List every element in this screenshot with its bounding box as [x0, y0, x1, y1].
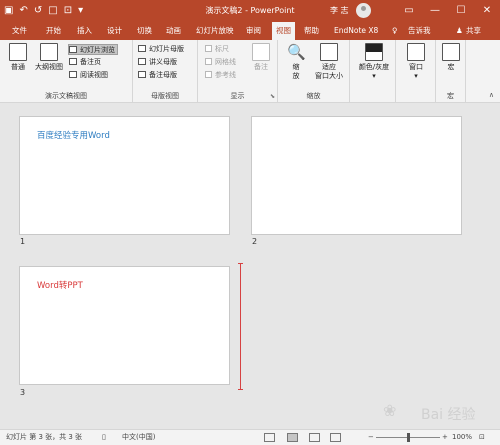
ribbon-display-options-button[interactable]: ▭ [396, 0, 422, 22]
insertion-cursor [238, 263, 243, 390]
macros-button[interactable]: 宏 [440, 43, 462, 72]
slide-thumbnail[interactable] [251, 116, 462, 235]
watermark: ❀ Bai 经验 [383, 401, 495, 423]
slide-master-button[interactable]: 幻灯片母版 [138, 44, 184, 55]
group-presentation-views: 普通 大纲视图 幻灯片浏览 备注页 阅读视图 演示文稿视图 [0, 40, 133, 103]
tab-endnote[interactable]: EndNote X8 [334, 25, 378, 37]
close-button[interactable]: ✕ [474, 0, 500, 22]
tab-insert[interactable]: 插入 [77, 25, 92, 37]
lightbulb-icon: ♀ [392, 26, 398, 35]
slide-sorter-icon [69, 46, 77, 53]
chevron-down-icon: ▾ [372, 72, 376, 80]
zoom-level[interactable]: 100% [452, 430, 472, 445]
share-icon: ♟ [456, 26, 463, 35]
group-master-views: 幻灯片母版 讲义母版 备注母版 母版视图 [133, 40, 198, 103]
zoom-in-button[interactable]: + [442, 430, 448, 445]
tab-home[interactable]: 开始 [46, 25, 61, 37]
notes-icon [252, 43, 270, 61]
tab-design[interactable]: 设计 [107, 25, 122, 37]
language-status[interactable]: 中文(中国) [122, 430, 155, 445]
group-label: 演示文稿视图 [45, 92, 87, 100]
handout-master-button[interactable]: 讲义母版 [138, 57, 177, 68]
window-buttons: ▭ — ☐ ✕ [396, 0, 500, 22]
tab-view[interactable]: 视图 [272, 22, 295, 40]
zoom-slider-thumb[interactable] [407, 433, 410, 442]
fit-to-window-button[interactable]: 适应 窗口大小 [310, 43, 348, 81]
macro-icon [442, 43, 460, 61]
notes-page-icon [69, 58, 77, 65]
reading-view-icon[interactable] [309, 433, 320, 442]
group-label: 显示 [230, 92, 245, 100]
slide-sorter-button[interactable]: 幻灯片浏览 [68, 44, 118, 55]
tab-review[interactable]: 审阅 [246, 25, 261, 37]
group-zoom: 🔍 缩 放 适应 窗口大小 缩放 [278, 40, 350, 103]
notes-button[interactable]: 备注 [250, 43, 272, 72]
slide-master-icon [138, 45, 146, 52]
group-label: 宏 [447, 92, 454, 100]
watermark-text: Bai 经验 [421, 407, 476, 423]
group-color: 颜色/灰度 ▾ [350, 40, 396, 103]
outline-view-button[interactable]: 大纲视图 [32, 43, 66, 72]
collapse-ribbon-icon[interactable]: ∧ [489, 91, 494, 99]
chevron-down-icon: ▾ [414, 72, 418, 80]
dialog-launcher-icon[interactable]: ⬊ [270, 93, 275, 100]
slide-number: 1 [20, 237, 26, 246]
group-window: 窗口 ▾ [396, 40, 436, 103]
window-icon [407, 43, 425, 61]
group-label: 母版视图 [151, 92, 179, 100]
reading-view-icon [69, 71, 77, 78]
fit-slide-icon[interactable]: ⊡ [479, 430, 485, 445]
minimize-button[interactable]: — [422, 0, 448, 22]
normal-view-icon[interactable] [264, 433, 275, 442]
normal-view-button[interactable]: 普通 [6, 43, 30, 72]
magnifier-icon: 🔍 [287, 43, 306, 61]
slideshow-icon[interactable] [330, 433, 341, 442]
gridlines-checkbox[interactable]: 网格线 [205, 57, 236, 68]
baidu-paw-icon: ❀ [383, 401, 397, 420]
tab-slideshow[interactable]: 幻灯片放映 [196, 25, 234, 37]
handout-master-icon [138, 58, 146, 65]
group-macros: 宏 宏 [436, 40, 466, 103]
window-button[interactable]: 窗口 ▾ [402, 43, 430, 81]
avatar[interactable] [356, 3, 371, 18]
zoom-out-button[interactable]: − [368, 430, 374, 445]
notes-page-button[interactable]: 备注页 [69, 57, 101, 68]
user-name[interactable]: 李 志 [330, 5, 349, 16]
reading-view-button[interactable]: 阅读视图 [69, 70, 108, 81]
slide-thumbnail[interactable]: Word转PPT [19, 266, 230, 385]
notes-master-icon [138, 71, 146, 78]
outline-view-icon [40, 43, 58, 61]
slide-text: 百度经验专用Word [37, 131, 110, 141]
accessibility-icon[interactable]: ▯ [102, 430, 106, 445]
group-label: 缩放 [306, 92, 321, 100]
ribbon: 普通 大纲视图 幻灯片浏览 备注页 阅读视图 演示文稿视图 幻灯片母版 讲义母版… [0, 40, 500, 103]
maximize-button[interactable]: ☐ [448, 0, 474, 22]
share-button[interactable]: 共享 [466, 25, 481, 36]
zoom-button[interactable]: 🔍 缩 放 [283, 43, 309, 81]
tab-file[interactable]: 文件 [12, 25, 27, 37]
notes-master-button[interactable]: 备注母版 [138, 70, 177, 81]
tab-animations[interactable]: 动画 [166, 25, 181, 37]
ribbon-tabs: 文件 开始 插入 设计 切换 动画 幻灯片放映 审阅 视图 帮助 EndNote… [0, 22, 500, 40]
slide-thumbnail[interactable]: 百度经验专用Word [19, 116, 230, 235]
slide-number: 2 [252, 237, 258, 246]
tab-transitions[interactable]: 切换 [137, 25, 152, 37]
status-bar: 幻灯片 第 3 张，共 3 张 ▯ 中文(中国) − + 100% ⊡ [0, 429, 500, 445]
color-grayscale-icon [365, 43, 383, 61]
guides-checkbox[interactable]: 参考线 [205, 70, 236, 81]
tab-help[interactable]: 帮助 [304, 25, 319, 37]
ruler-checkbox[interactable]: 标尺 [205, 44, 229, 55]
slide-text: Word转PPT [37, 281, 83, 291]
fit-window-icon [320, 43, 338, 61]
color-grayscale-button[interactable]: 颜色/灰度 ▾ [354, 43, 394, 81]
title-bar: ▣ ↶ ↺ □ ⊡ ▾ 演示文稿2 - PowerPoint 李 志 ▭ — ☐… [0, 0, 500, 22]
slide-sorter-icon[interactable] [287, 433, 298, 442]
tell-me-search[interactable]: 告诉我 [408, 25, 431, 36]
slide-info: 幻灯片 第 3 张，共 3 张 [6, 433, 83, 441]
normal-view-icon [9, 43, 27, 61]
slide-number: 3 [20, 388, 26, 397]
group-show: 标尺 网格线 参考线 备注 显示 ⬊ [198, 40, 278, 103]
